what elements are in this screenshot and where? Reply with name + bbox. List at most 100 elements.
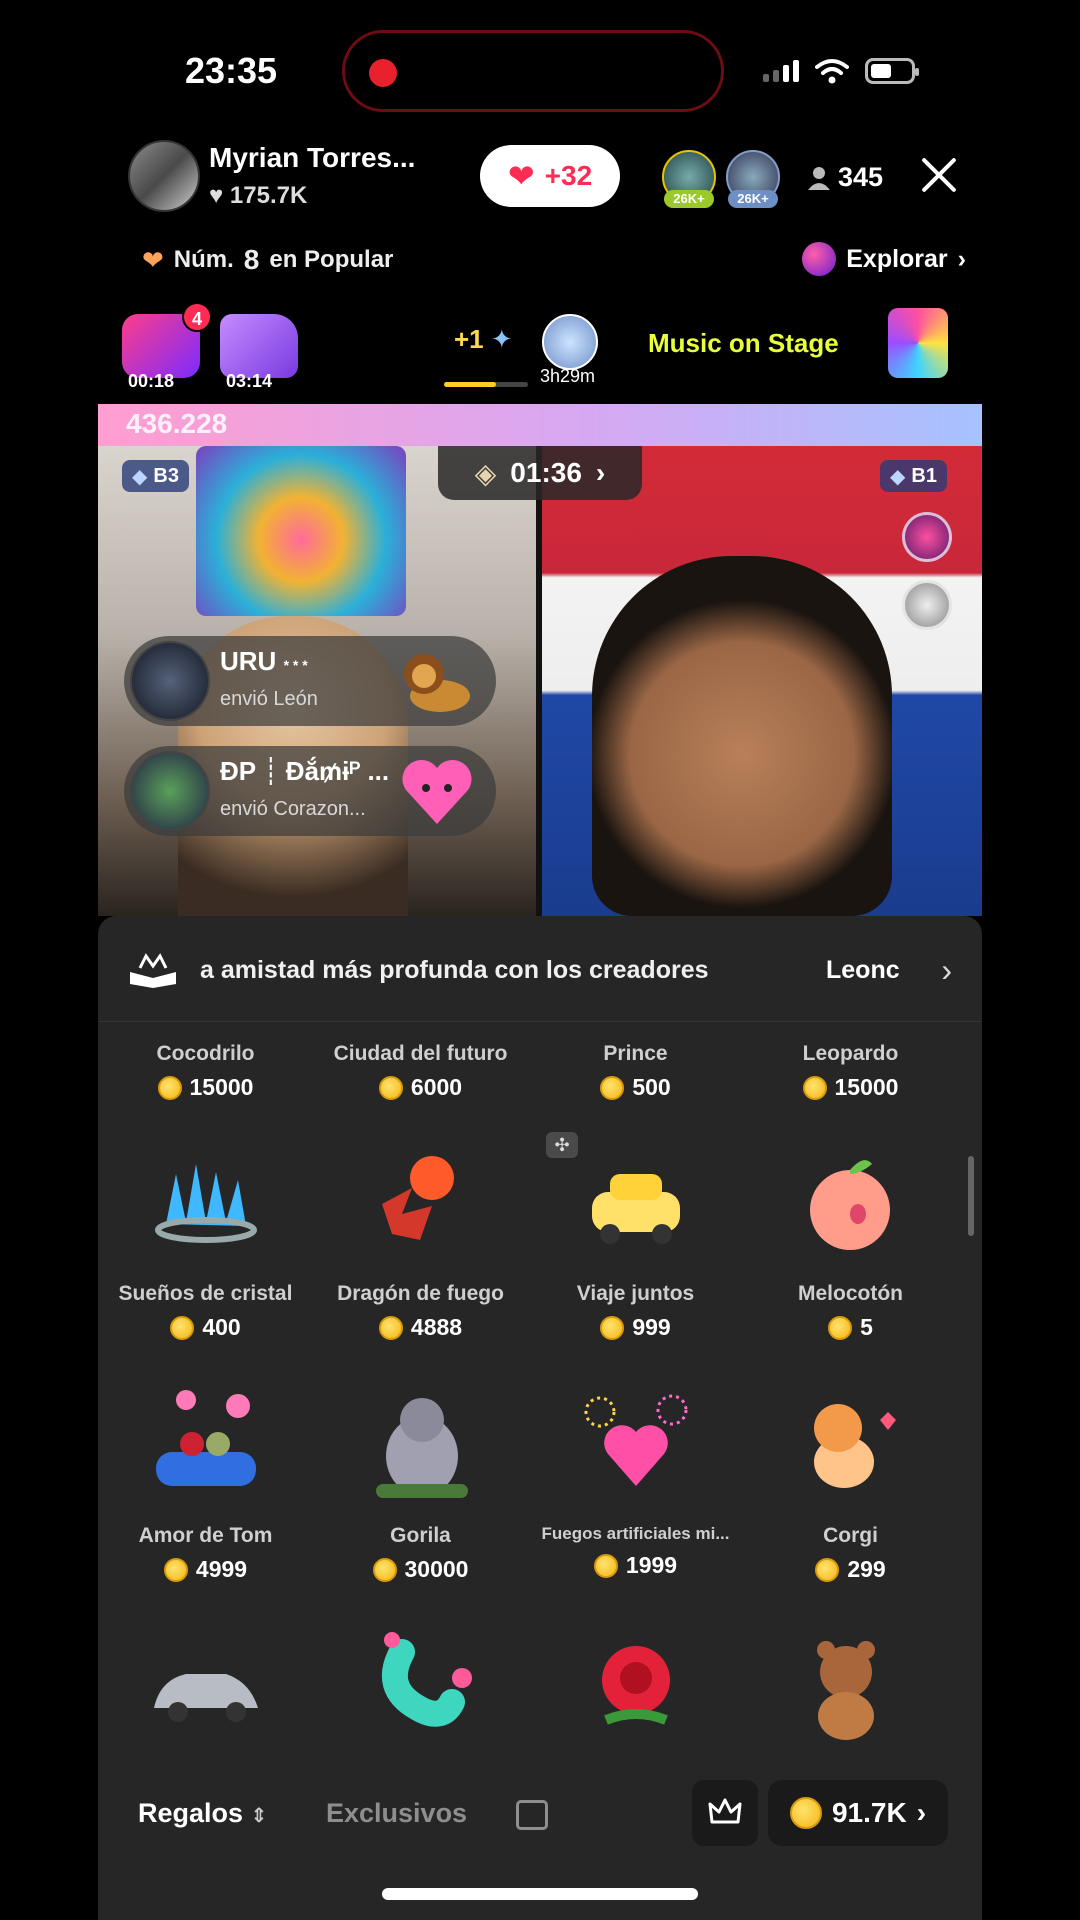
coin-icon xyxy=(593,1553,618,1578)
gift-item[interactable]: Leopardo 15000 xyxy=(743,1042,958,1101)
gift-item[interactable]: Melocotón 5 xyxy=(743,1282,958,1341)
sender-avatar xyxy=(130,751,210,831)
lion-gift-icon xyxy=(404,654,470,712)
friendship-banner[interactable]: a amistad más profunda con los creadores… xyxy=(98,916,982,1022)
car-gift-icon xyxy=(592,1174,680,1244)
coin-icon xyxy=(600,1075,625,1100)
notification-badge: 4 xyxy=(182,302,212,332)
dragon-gift-icon xyxy=(382,1156,454,1240)
diamond-icon: ◈ xyxy=(474,457,497,489)
sort-icon: ⇕ xyxy=(250,1805,268,1827)
coin-icon xyxy=(802,1075,827,1100)
explore-button[interactable]: Explorar › xyxy=(802,242,966,276)
battle-score: 436.228 xyxy=(126,408,228,439)
gorilla-gift-icon xyxy=(376,1398,468,1498)
bear-gift-icon xyxy=(817,1641,875,1740)
gift-item[interactable]: Sueños de cristal 400 xyxy=(98,1282,313,1341)
rose-gift-icon xyxy=(602,1646,670,1725)
coin-icon xyxy=(828,1315,853,1340)
host-name[interactable]: Myrian Torres... xyxy=(209,142,439,174)
tab-exclusive[interactable]: Exclusivos xyxy=(326,1798,467,1829)
puzzle-icon[interactable]: ✣ xyxy=(546,1132,578,1158)
viewer-rank-badge: 26K+ xyxy=(664,190,714,208)
tab-gifts[interactable]: Regalos ⇕ xyxy=(138,1798,267,1829)
fireworks-gift-icon xyxy=(584,1394,688,1486)
live-battle: 436.228 ◈ 01:36 › ◆ B3 ◆ B1 URU * * * en… xyxy=(98,396,982,916)
dynamic-island xyxy=(342,30,724,112)
viewer-rank-badge: 26K+ xyxy=(728,190,778,208)
diamond-small-icon: ◆ xyxy=(890,465,906,488)
lion-painting xyxy=(196,446,406,616)
sword-icon: ✦ xyxy=(490,324,513,354)
person-icon xyxy=(808,166,830,190)
coin-balance-button[interactable]: 91.7K › xyxy=(768,1780,948,1846)
effect-button[interactable] xyxy=(902,512,952,562)
score-bar: 436.228 xyxy=(98,404,982,446)
gift-box-icon xyxy=(220,314,298,378)
heart-orange-icon: ❤ xyxy=(142,244,164,275)
boost-indicator[interactable]: +1 ✦ xyxy=(454,324,513,355)
crown-book-icon xyxy=(130,953,176,988)
gift-item[interactable]: Gorila 30000 xyxy=(313,1524,528,1583)
gift-message[interactable]: URU * * * envió León xyxy=(124,636,496,726)
top-viewer-avatar[interactable]: 26K+ xyxy=(662,150,716,208)
coin-icon xyxy=(789,1797,822,1829)
battle-timer[interactable]: ◈ 01:36 › xyxy=(438,446,642,500)
left-rank-tag: ◆ B3 xyxy=(122,460,189,492)
heart-icon: ❤ xyxy=(507,158,535,194)
top-viewer-avatar[interactable]: 26K+ xyxy=(726,150,780,208)
battery-icon xyxy=(865,58,919,84)
coin-icon xyxy=(378,1075,403,1100)
popular-rank[interactable]: ❤ Núm. 8 en Popular xyxy=(142,244,393,276)
signal-icon xyxy=(763,60,799,82)
tiger-avatar[interactable] xyxy=(542,314,598,370)
music-on-stage-label[interactable]: Music on Stage xyxy=(648,328,839,359)
crown-button[interactable] xyxy=(692,1780,758,1846)
split-divider xyxy=(536,446,542,916)
crystal-gift-icon xyxy=(155,1164,257,1243)
gift-panel: a amistad más profunda con los creadores… xyxy=(98,916,982,1920)
rank-row: ❤ Núm. 8 en Popular Explorar › xyxy=(0,240,1080,280)
status-time: 23:35 xyxy=(185,50,278,91)
status-bar: 23:35 xyxy=(0,0,1080,140)
gift-item[interactable]: Cocodrilo 15000 xyxy=(98,1042,313,1101)
crown-icon xyxy=(708,1798,742,1824)
live-header: Myrian Torres... ♥ 175.7K ❤ +32 26K+ 26K… xyxy=(0,140,1080,232)
cloud-icon[interactable] xyxy=(902,580,952,630)
gift-item[interactable]: Amor de Tom 4999 xyxy=(98,1524,313,1583)
viewer-count[interactable]: 345 xyxy=(808,162,883,193)
coin-icon xyxy=(170,1315,195,1340)
close-icon[interactable] xyxy=(916,152,962,198)
boost-progress xyxy=(444,382,528,387)
heart-gift-icon xyxy=(402,759,472,824)
worm-gift-icon xyxy=(381,1632,472,1727)
right-rank-tag: ◆ B1 xyxy=(880,460,947,492)
home-indicator[interactable] xyxy=(382,1888,698,1900)
chevron-right-icon: › xyxy=(941,952,952,988)
panel-bottom-bar: Regalos ⇕ Exclusivos 91.7K › xyxy=(98,1774,982,1864)
coin-icon xyxy=(600,1315,625,1340)
coin-icon xyxy=(378,1315,403,1340)
chevron-right-icon: › xyxy=(595,457,606,488)
gift-item[interactable]: Prince 500 xyxy=(528,1042,743,1101)
gift-message[interactable]: ĐP ┊ Đắ₥ɨᴾ ... envió Corazon... xyxy=(124,746,496,836)
gift-item[interactable]: Ciudad del futuro 6000 xyxy=(313,1042,528,1101)
chevron-right-icon: › xyxy=(916,1797,927,1828)
gift-item[interactable]: Corgi 299 xyxy=(743,1524,958,1583)
like-follow-button[interactable]: ❤ +32 xyxy=(480,145,620,207)
wifi-icon xyxy=(815,59,849,84)
treasure-box-event[interactable]: 03:14 xyxy=(220,314,304,391)
coin-icon xyxy=(815,1557,840,1582)
host-avatar[interactable] xyxy=(128,140,200,212)
recording-indicator xyxy=(369,59,397,87)
gift-item[interactable]: Viaje juntos 999 xyxy=(528,1282,743,1341)
coin-icon xyxy=(163,1557,188,1582)
gift-item[interactable]: Dragón de fuego 4888 xyxy=(313,1282,528,1341)
peach-gift-icon xyxy=(810,1160,890,1250)
gift-item[interactable]: Fuegos artificiales mi... 1999 xyxy=(528,1524,743,1579)
bag-icon[interactable] xyxy=(516,1800,548,1830)
stage-gift-icon[interactable] xyxy=(888,308,948,378)
sports-car-gift-icon xyxy=(154,1674,258,1722)
gift-scrollbar[interactable] xyxy=(968,1156,974,1236)
lightning-event[interactable]: 4 00:18 xyxy=(122,302,212,391)
